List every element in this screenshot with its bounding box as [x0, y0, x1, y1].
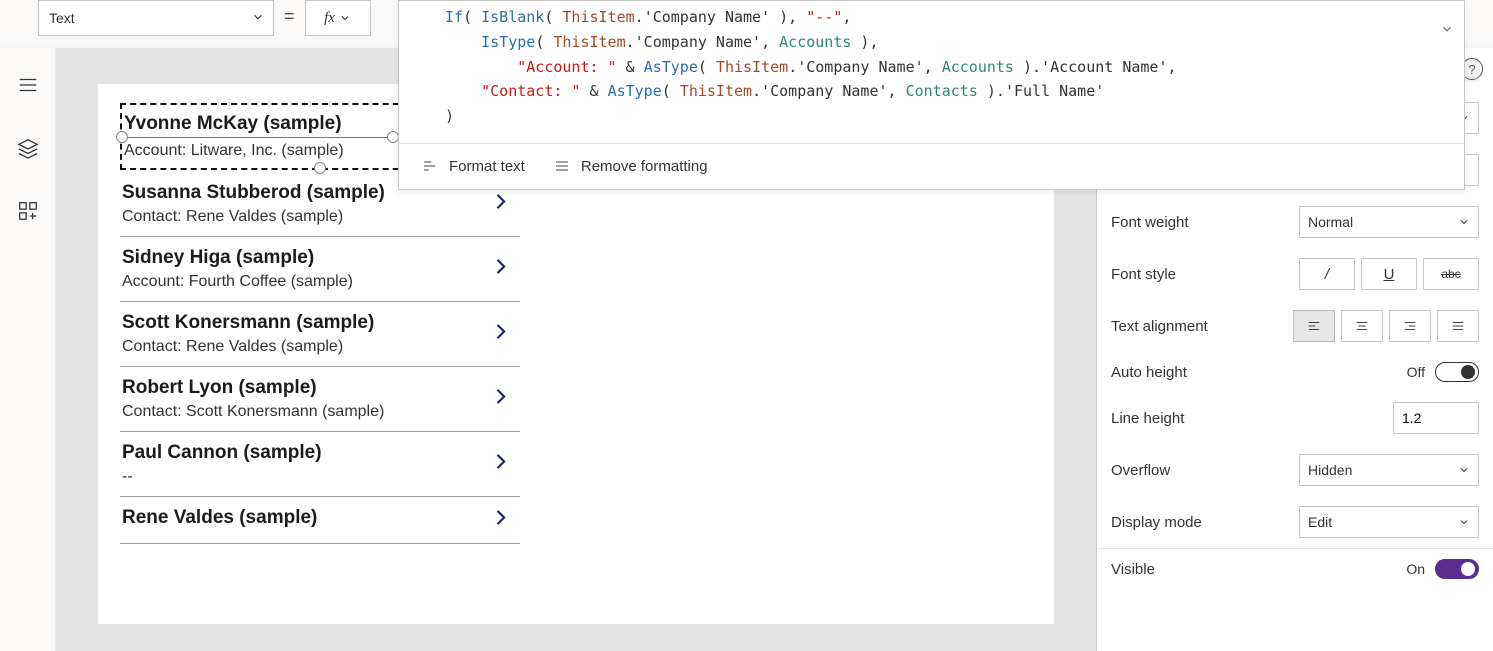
format-text-label: Format text: [449, 158, 525, 175]
prop-fontstyle-label: Font style: [1111, 266, 1176, 283]
prop-overflow: Overflow Hidden: [1097, 444, 1493, 496]
prop-lineheight: Line height: [1097, 392, 1493, 444]
row-subtitle: Contact: Rene Valdes (sample): [122, 338, 518, 356]
prop-autoheight-label: Auto height: [1111, 364, 1187, 381]
prop-autoheight: Auto height Off: [1097, 352, 1493, 392]
fx-label: fx: [324, 10, 335, 27]
layers-icon[interactable]: [17, 137, 39, 164]
row-name: Paul Cannon (sample): [122, 442, 518, 464]
gallery-row[interactable]: Paul Cannon (sample) --: [120, 432, 520, 497]
displaymode-select[interactable]: Edit: [1299, 506, 1479, 538]
prop-overflow-label: Overflow: [1111, 462, 1170, 479]
property-selector[interactable]: Text: [38, 0, 274, 36]
prop-displaymode-label: Display mode: [1111, 514, 1202, 531]
prop-alignment-label: Text alignment: [1111, 318, 1208, 335]
autoheight-toggle[interactable]: [1435, 362, 1479, 382]
format-text-button[interactable]: Format text: [421, 158, 525, 175]
prop-alignment: Text alignment: [1097, 300, 1493, 352]
row-name: Scott Konersmann (sample): [122, 312, 518, 334]
row-name: Rene Valdes (sample): [122, 507, 518, 529]
chevron-down-icon: [251, 10, 265, 27]
formula-editor: If( IsBlank( ThisItem.'Company Name' ), …: [398, 0, 1465, 190]
row-subtitle: --: [122, 468, 518, 486]
align-left-button[interactable]: [1293, 310, 1335, 342]
row-name: Sidney Higa (sample): [122, 247, 518, 269]
selection-handle[interactable]: [116, 131, 128, 143]
chevron-right-icon[interactable]: [490, 188, 510, 221]
remove-formatting-button[interactable]: Remove formatting: [553, 158, 708, 175]
chevron-right-icon[interactable]: [490, 504, 510, 537]
formula-toolbar: Format text Remove formatting: [399, 143, 1464, 189]
prop-lineheight-label: Line height: [1111, 410, 1184, 427]
lineheight-input[interactable]: [1393, 402, 1479, 434]
chevron-right-icon[interactable]: [490, 448, 510, 481]
visible-value: On: [1406, 561, 1425, 577]
prop-fontstyle: Font style / U abc: [1097, 248, 1493, 300]
chevron-down-icon[interactable]: [1440, 19, 1454, 44]
overflow-select[interactable]: Hidden: [1299, 454, 1479, 486]
gallery-row[interactable]: Sidney Higa (sample) Account: Fourth Coff…: [120, 237, 520, 302]
row-subtitle: Account: Fourth Coffee (sample): [122, 273, 518, 291]
prop-visible-label: Visible: [1111, 561, 1155, 578]
gallery-row[interactable]: Robert Lyon (sample) Contact: Scott Koner…: [120, 367, 520, 432]
align-justify-button[interactable]: [1437, 310, 1479, 342]
hamburger-icon[interactable]: [17, 74, 39, 101]
chevron-right-icon[interactable]: [490, 253, 510, 286]
left-rail: [0, 48, 56, 651]
gallery-row[interactable]: Rene Valdes (sample): [120, 497, 520, 544]
remove-formatting-label: Remove formatting: [581, 158, 708, 175]
underline-button[interactable]: U: [1361, 258, 1417, 290]
property-selector-value: Text: [49, 10, 75, 26]
strikethrough-button[interactable]: abc: [1423, 258, 1479, 290]
italic-button[interactable]: /: [1299, 258, 1355, 290]
prop-fontweight-label: Font weight: [1111, 214, 1189, 231]
visible-toggle[interactable]: [1435, 559, 1479, 579]
chevron-right-icon[interactable]: [490, 318, 510, 351]
prop-displaymode: Display mode Edit: [1097, 496, 1493, 549]
autoheight-value: Off: [1407, 364, 1425, 380]
align-center-button[interactable]: [1341, 310, 1383, 342]
row-subtitle: Contact: Rene Valdes (sample): [122, 208, 518, 226]
prop-fontweight: Font weight Normal: [1097, 196, 1493, 248]
row-subtitle: Contact: Scott Konersmann (sample): [122, 403, 518, 421]
chevron-right-icon[interactable]: [490, 383, 510, 416]
row-name: Robert Lyon (sample): [122, 377, 518, 399]
fx-button[interactable]: fx: [305, 0, 371, 36]
align-right-button[interactable]: [1389, 310, 1431, 342]
fontweight-select[interactable]: Normal: [1299, 206, 1479, 238]
prop-visible: Visible On: [1097, 549, 1493, 589]
gallery-row[interactable]: Scott Konersmann (sample) Contact: Rene V…: [120, 302, 520, 367]
formula-code[interactable]: If( IsBlank( ThisItem.'Company Name' ), …: [399, 1, 1464, 143]
components-icon[interactable]: [17, 200, 39, 227]
equals-sign: =: [284, 6, 295, 27]
